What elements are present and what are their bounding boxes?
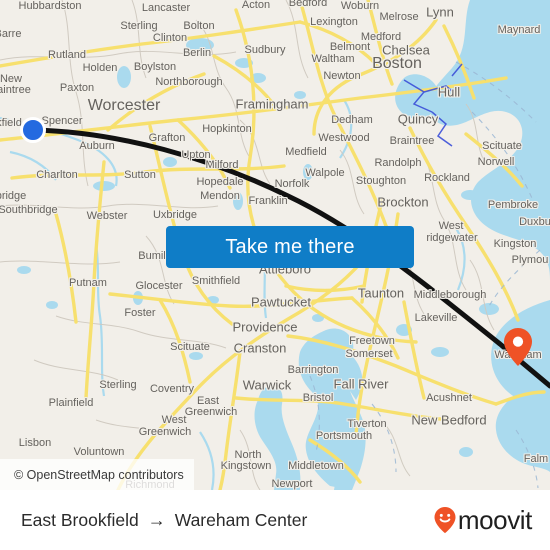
arrow-right-icon: →: [147, 510, 166, 530]
moovit-logo[interactable]: moovit: [433, 506, 532, 534]
map-attribution[interactable]: © OpenStreetMap contributors: [0, 459, 194, 490]
moovit-pin-icon: [434, 507, 456, 534]
moovit-wordmark: moovit: [457, 505, 533, 535]
route-destination-label: Wareham Center: [174, 509, 308, 530]
map-pin-icon: [504, 328, 532, 366]
take-me-there-button[interactable]: Take me there: [166, 226, 414, 268]
take-me-there-label: Take me there: [225, 235, 355, 258]
destination-marker[interactable]: [503, 327, 533, 367]
route-summary: East Brookfield → Wareham Center: [21, 510, 307, 531]
route-origin-label: East Brookfield: [21, 509, 139, 530]
origin-marker[interactable]: [20, 117, 46, 143]
moovit-route-screen: Hubbardston Lancaster Acton Bedford Woburn Me…: [0, 0, 550, 550]
map-canvas[interactable]: Hubbardston Lancaster Acton Bedford Woburn Me…: [0, 0, 550, 490]
footer-bar: East Brookfield → Wareham Center moovit: [0, 490, 550, 550]
attribution-text: © OpenStreetMap contributors: [14, 467, 184, 482]
